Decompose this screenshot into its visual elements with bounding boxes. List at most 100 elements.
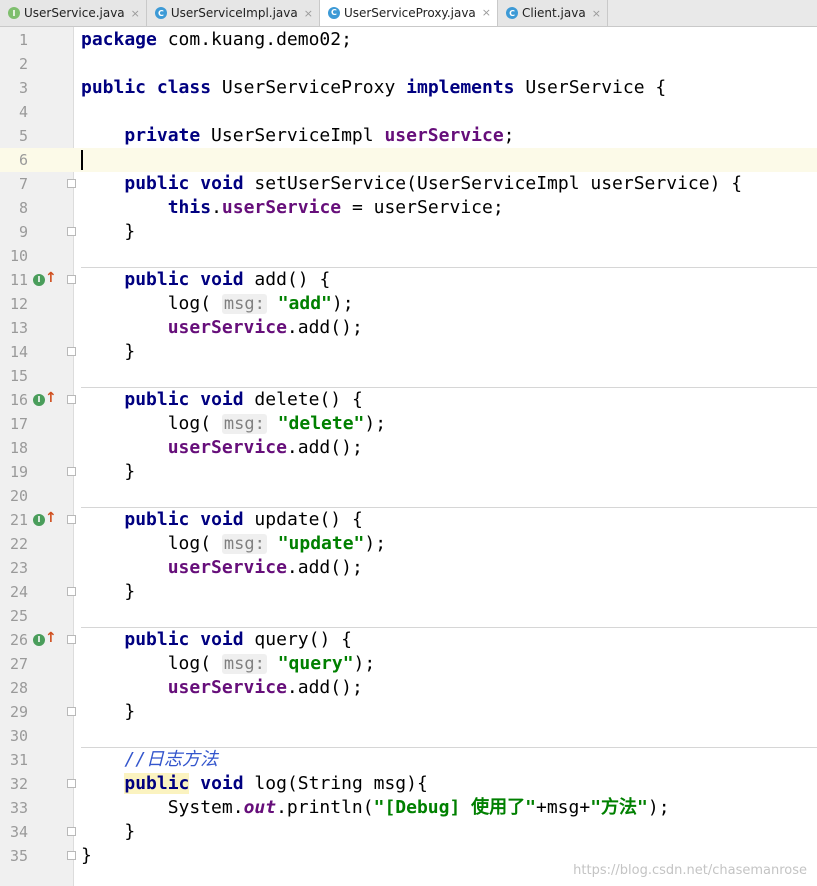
fold-toggle-icon[interactable] xyxy=(67,275,76,284)
code-line[interactable]: 19 } xyxy=(0,460,817,484)
fold-toggle-icon[interactable] xyxy=(67,347,76,356)
parameter-hint: msg: xyxy=(221,414,267,434)
code-line[interactable]: 7 public void setUserService(UserService… xyxy=(0,172,817,196)
current-code-line[interactable]: 6 xyxy=(0,148,817,172)
code-line[interactable]: 11 public void add() { xyxy=(0,268,817,292)
close-icon[interactable]: × xyxy=(482,6,491,19)
fold-toggle-icon[interactable] xyxy=(67,179,76,188)
code-text: this.userService = userService; xyxy=(167,197,504,218)
implements-method-icon[interactable]: I ↑ xyxy=(33,630,57,648)
fold-toggle-icon[interactable] xyxy=(67,515,76,524)
code-text: public void query() { xyxy=(124,629,352,650)
line-number: 9 xyxy=(18,223,28,241)
line-number: 24 xyxy=(9,583,28,601)
code-line[interactable]: 2 xyxy=(0,52,817,76)
implements-method-icon[interactable]: I ↑ xyxy=(33,390,57,408)
fold-toggle-icon[interactable] xyxy=(67,779,76,788)
implements-method-icon[interactable]: I ↑ xyxy=(33,510,57,528)
tab-userserviceproxy[interactable]: C UserServiceProxy.java × xyxy=(319,0,498,26)
fold-toggle-icon[interactable] xyxy=(67,827,76,836)
code-line[interactable]: 24 } xyxy=(0,580,817,604)
line-number: 11 xyxy=(9,271,28,289)
line-number: 26 xyxy=(9,631,28,649)
implements-method-icon[interactable]: I ↑ xyxy=(33,270,57,288)
code-text: userService.add(); xyxy=(167,437,363,458)
code-line[interactable]: 18 userService.add(); xyxy=(0,436,817,460)
code-text: userService.add(); xyxy=(167,317,363,338)
line-number: 35 xyxy=(9,847,28,865)
code-line[interactable]: 16 public void delete() { xyxy=(0,388,817,412)
tab-userservice[interactable]: I UserService.java × xyxy=(0,0,147,26)
fold-toggle-icon[interactable] xyxy=(67,587,76,596)
code-line[interactable]: 8 this.userService = userService; xyxy=(0,196,817,220)
line-number: 7 xyxy=(18,175,28,193)
line-number: 29 xyxy=(9,703,28,721)
code-line[interactable]: 33 System.out.println("[Debug] 使用了"+msg+… xyxy=(0,796,817,820)
code-line[interactable]: 25 xyxy=(0,604,817,628)
line-number: 33 xyxy=(9,799,28,817)
code-line[interactable]: 34 } xyxy=(0,820,817,844)
code-line[interactable]: 12 log( msg: "add"); xyxy=(0,292,817,316)
code-line[interactable]: 15 xyxy=(0,364,817,388)
code-line[interactable]: 17 log( msg: "delete"); xyxy=(0,412,817,436)
line-number: 21 xyxy=(9,511,28,529)
line-number: 31 xyxy=(9,751,28,769)
code-line[interactable]: 3 public class UserServiceProxy implemen… xyxy=(0,76,817,100)
fold-toggle-icon[interactable] xyxy=(67,851,76,860)
line-number: 13 xyxy=(9,319,28,337)
code-text: log( msg: "add"); xyxy=(167,293,354,314)
code-text: userService.add(); xyxy=(167,677,363,698)
line-number: 20 xyxy=(9,487,28,505)
code-line[interactable]: 4 xyxy=(0,100,817,124)
fold-toggle-icon[interactable] xyxy=(67,707,76,716)
line-number: 6 xyxy=(18,151,28,169)
close-icon[interactable]: × xyxy=(131,7,140,20)
code-line[interactable]: 1 package com.kuang.demo02; xyxy=(0,28,817,52)
line-number: 22 xyxy=(9,535,28,553)
code-text: } xyxy=(124,341,136,362)
line-number: 30 xyxy=(9,727,28,745)
fold-toggle-icon[interactable] xyxy=(67,635,76,644)
fold-toggle-icon[interactable] xyxy=(67,467,76,476)
code-line[interactable]: 31 //日志方法 xyxy=(0,748,817,772)
code-line[interactable]: 23 userService.add(); xyxy=(0,556,817,580)
code-line[interactable]: 30 xyxy=(0,724,817,748)
line-number: 4 xyxy=(18,103,28,121)
code-line[interactable]: 28 userService.add(); xyxy=(0,676,817,700)
method-separator xyxy=(81,507,817,508)
code-line[interactable]: 26 public void query() { xyxy=(0,628,817,652)
code-line[interactable]: 10 xyxy=(0,244,817,268)
watermark: https://blog.csdn.net/chasemanrose xyxy=(573,863,807,878)
line-number: 19 xyxy=(9,463,28,481)
code-text: log( msg: "delete"); xyxy=(167,413,387,434)
tab-client[interactable]: C Client.java × xyxy=(498,0,608,26)
code-line[interactable]: 27 log( msg: "query"); xyxy=(0,652,817,676)
code-line[interactable]: 14 } xyxy=(0,340,817,364)
code-text: package com.kuang.demo02; xyxy=(81,29,352,50)
code-text: public void log(String msg){ xyxy=(124,773,428,794)
code-line[interactable]: 20 xyxy=(0,484,817,508)
code-line[interactable]: 32 public void log(String msg){ xyxy=(0,772,817,796)
code-text: //日志方法 xyxy=(124,749,219,770)
code-line[interactable]: 21 public void update() { xyxy=(0,508,817,532)
editor-tab-bar: I UserService.java × C UserServiceImpl.j… xyxy=(0,0,817,27)
tab-userserviceimpl[interactable]: C UserServiceImpl.java × xyxy=(146,0,320,26)
line-number: 12 xyxy=(9,295,28,313)
code-line[interactable]: 5 private UserServiceImpl userService; xyxy=(0,124,817,148)
code-line[interactable]: 29 } xyxy=(0,700,817,724)
close-icon[interactable]: × xyxy=(592,7,601,20)
code-line[interactable]: 13 userService.add(); xyxy=(0,316,817,340)
fold-toggle-icon[interactable] xyxy=(67,227,76,236)
code-text: userService.add(); xyxy=(167,557,363,578)
code-editor[interactable]: 1 package com.kuang.demo02; 2 3 public c… xyxy=(0,27,817,886)
method-separator xyxy=(81,627,817,628)
line-number: 10 xyxy=(9,247,28,265)
interface-file-icon: I xyxy=(8,7,20,19)
code-text xyxy=(81,148,83,172)
class-file-icon: C xyxy=(327,6,340,19)
fold-toggle-icon[interactable] xyxy=(67,395,76,404)
close-icon[interactable]: × xyxy=(304,7,313,20)
code-line[interactable]: 22 log( msg: "update"); xyxy=(0,532,817,556)
code-line[interactable]: 9 } xyxy=(0,220,817,244)
code-text: } xyxy=(124,221,136,242)
